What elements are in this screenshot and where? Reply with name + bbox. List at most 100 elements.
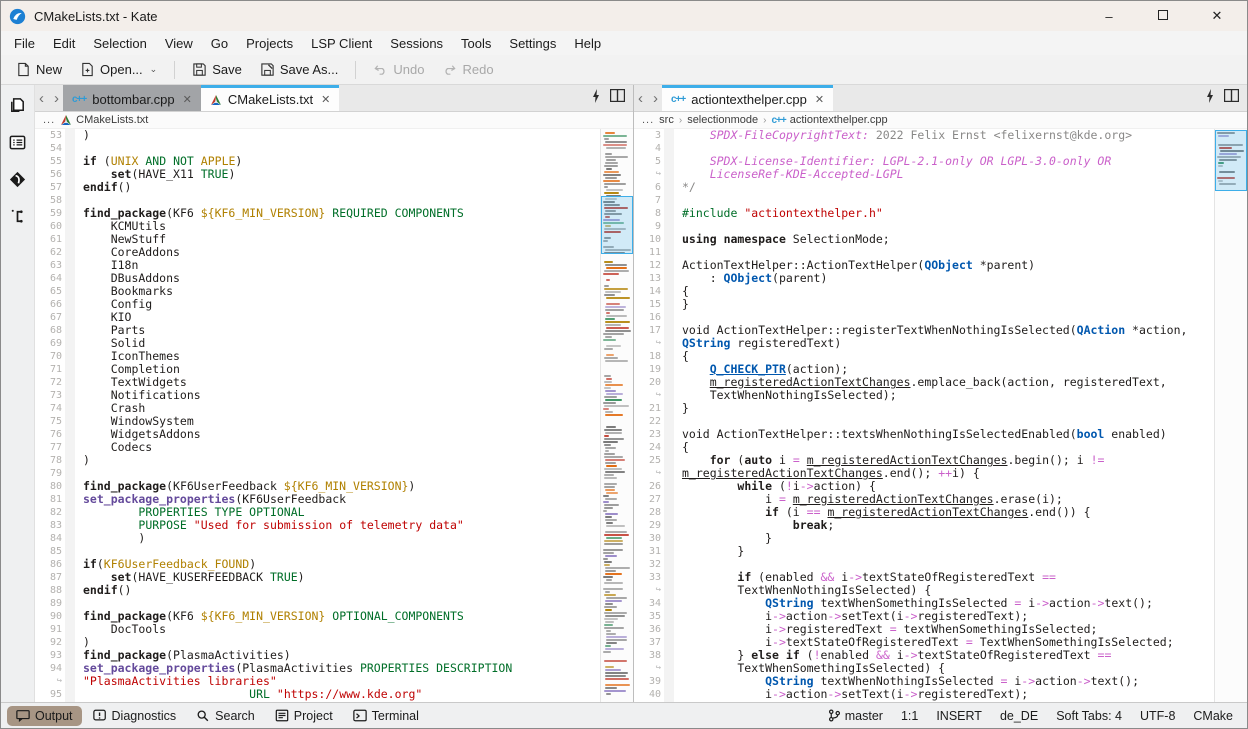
undo-button-label: Undo (393, 62, 424, 77)
code-line: 96 TYPE OPTIONAL (35, 701, 600, 702)
minimap-scrollbar[interactable] (600, 129, 633, 702)
status-utf-8[interactable]: UTF-8 (1140, 709, 1175, 723)
code-line: 58 (35, 194, 600, 207)
open-dropdown-chevron-icon[interactable]: ⌄ (150, 64, 158, 75)
toolbar: New Open... ⌄ Save Save As... Undo Redo (1, 55, 1247, 85)
toolview-label: Project (294, 709, 333, 723)
status-insert[interactable]: INSERT (936, 709, 982, 723)
terminal-icon (353, 709, 367, 722)
toolview-label: Search (215, 709, 255, 723)
menu-sessions[interactable]: Sessions (381, 33, 452, 54)
breadcrumb-item[interactable]: c++actiontexthelper.cpp (771, 114, 887, 126)
status-soft-tabs-4[interactable]: Soft Tabs: 4 (1056, 709, 1122, 723)
split-view-button[interactable] (1224, 89, 1239, 107)
menu-selection[interactable]: Selection (84, 33, 155, 54)
menu-projects[interactable]: Projects (237, 33, 302, 54)
open-button[interactable]: Open... ⌄ (73, 58, 164, 81)
tab-actiontexthelper.cpp[interactable]: c++actiontexthelper.cpp✕ (662, 85, 833, 111)
quick-open-bolt-icon (1206, 89, 1214, 103)
code-line: 22 (634, 415, 1214, 428)
toolview-button-project[interactable]: Project (266, 706, 342, 726)
code-line: 59find_package(KF6 ${KF6_MIN_VERSION} RE… (35, 207, 600, 220)
code-line: 7 (634, 194, 1214, 207)
code-line: 33 if (enabled && i->textStateOfRegister… (634, 571, 1214, 584)
quick-open-button[interactable] (592, 89, 600, 108)
code-line: 40 i->action->setText(i->registeredText)… (634, 688, 1214, 701)
menu-edit[interactable]: Edit (44, 33, 84, 54)
code-line: 95 URL "https://www.kde.org" (35, 688, 600, 701)
new-button[interactable]: New (9, 58, 69, 81)
toolview-button-search[interactable]: Search (187, 706, 264, 726)
menu-help[interactable]: Help (565, 33, 610, 54)
breadcrumb-separator-icon: › (763, 115, 766, 126)
breadcrumb-item[interactable]: src (659, 114, 674, 126)
maximize-button[interactable] (1153, 10, 1173, 23)
tab-close-icon[interactable]: ✕ (183, 93, 192, 106)
menu-file[interactable]: File (5, 33, 44, 54)
code-line: 24{ (634, 441, 1214, 454)
code-line: 63 I18n (35, 259, 600, 272)
code-line: 19 Q_CHECK_PTR(action); (634, 363, 1214, 376)
code-line: ↪"PlasmaActivities libraries" (35, 675, 600, 688)
tab-close-icon[interactable]: ✕ (321, 93, 330, 106)
bottom-bar: OutputDiagnostics Search Project Terminal m… (1, 702, 1247, 728)
minimize-button[interactable]: – (1099, 9, 1119, 24)
redo-icon (442, 62, 457, 77)
history-forward-button[interactable]: › (54, 90, 59, 107)
undo-button[interactable]: Undo (366, 58, 431, 81)
menu-settings[interactable]: Settings (500, 33, 565, 54)
status-1-1[interactable]: 1:1 (901, 709, 918, 723)
minimap-viewport[interactable] (601, 196, 633, 254)
sidebar-symbols-button[interactable] (6, 204, 30, 228)
text-editor-right[interactable]: 3 SPDX-FileCopyrightText: 2022 Felix Ern… (634, 129, 1247, 702)
breadcrumb-item[interactable]: selectionmode (687, 114, 758, 126)
tab-CMakeLists.txt[interactable]: CMakeLists.txt✕ (201, 85, 339, 111)
minimap-viewport[interactable] (1215, 130, 1247, 191)
code-line: ↪ LicenseRef-KDE-Accepted-LGPL (634, 168, 1214, 181)
status-master[interactable]: master (828, 709, 883, 723)
split-view-button[interactable] (610, 89, 625, 107)
history-back-button[interactable]: ‹ (638, 90, 643, 107)
status-de-de[interactable]: de_DE (1000, 709, 1038, 723)
output-icon (16, 709, 30, 722)
toolview-button-terminal[interactable]: Terminal (344, 706, 428, 726)
diagnostics-icon (93, 709, 107, 722)
menu-lsp-client[interactable]: LSP Client (302, 33, 381, 54)
code-line: 71 Completion (35, 363, 600, 376)
code-line: 34 QString textWhenSomethingIsSelected =… (634, 597, 1214, 610)
close-button[interactable]: ✕ (1207, 8, 1227, 24)
redo-button[interactable]: Redo (435, 58, 500, 81)
history-back-button[interactable]: ‹ (39, 90, 44, 107)
code-line: 67 KIO (35, 311, 600, 324)
toolview-button-diagnostics[interactable]: Diagnostics (84, 706, 186, 726)
status-bar: master 1:1 INSERT de_DE Soft Tabs: 4 UTF-8 CMa… (828, 709, 1241, 723)
menu-go[interactable]: Go (202, 33, 237, 54)
code-line: 75 WindowSystem (35, 415, 600, 428)
code-line: 20 m_registeredActionTextChanges.emplace… (634, 376, 1214, 389)
toolview-button-output[interactable]: Output (7, 706, 82, 726)
search-icon (196, 709, 210, 722)
code-line: 69 Solid (35, 337, 600, 350)
code-line: 26 while (!i->action) { (634, 480, 1214, 493)
code-line: 73 Notifications (35, 389, 600, 402)
code-line: ↪QString registeredText) (634, 337, 1214, 350)
tab-close-icon[interactable]: ✕ (815, 93, 824, 106)
breadcrumb-overflow[interactable]: ... (43, 114, 55, 126)
breadcrumb-item[interactable]: CMakeLists.txt (60, 114, 148, 126)
save-button[interactable]: Save (185, 58, 249, 81)
cmake-file-icon (210, 94, 222, 106)
sidebar-documents-button[interactable] (6, 93, 30, 117)
history-forward-button[interactable]: › (653, 90, 658, 107)
code-line: 64 DBusAddons (35, 272, 600, 285)
menu-tools[interactable]: Tools (452, 33, 500, 54)
minimap-scrollbar[interactable] (1214, 129, 1247, 702)
save-as-button[interactable]: Save As... (253, 58, 346, 81)
status-cmake[interactable]: CMake (1193, 709, 1233, 723)
text-editor-left[interactable]: 53)5455if (UNIX AND NOT APPLE)56 set(HAV… (35, 129, 633, 702)
sidebar-filesystem-button[interactable] (6, 130, 30, 154)
menu-view[interactable]: View (156, 33, 202, 54)
sidebar-projects-button[interactable] (6, 167, 30, 191)
quick-open-button[interactable] (1206, 89, 1214, 108)
breadcrumb-overflow[interactable]: ... (642, 114, 654, 126)
tab-bottombar.cpp[interactable]: c++bottombar.cpp✕ (63, 85, 201, 111)
